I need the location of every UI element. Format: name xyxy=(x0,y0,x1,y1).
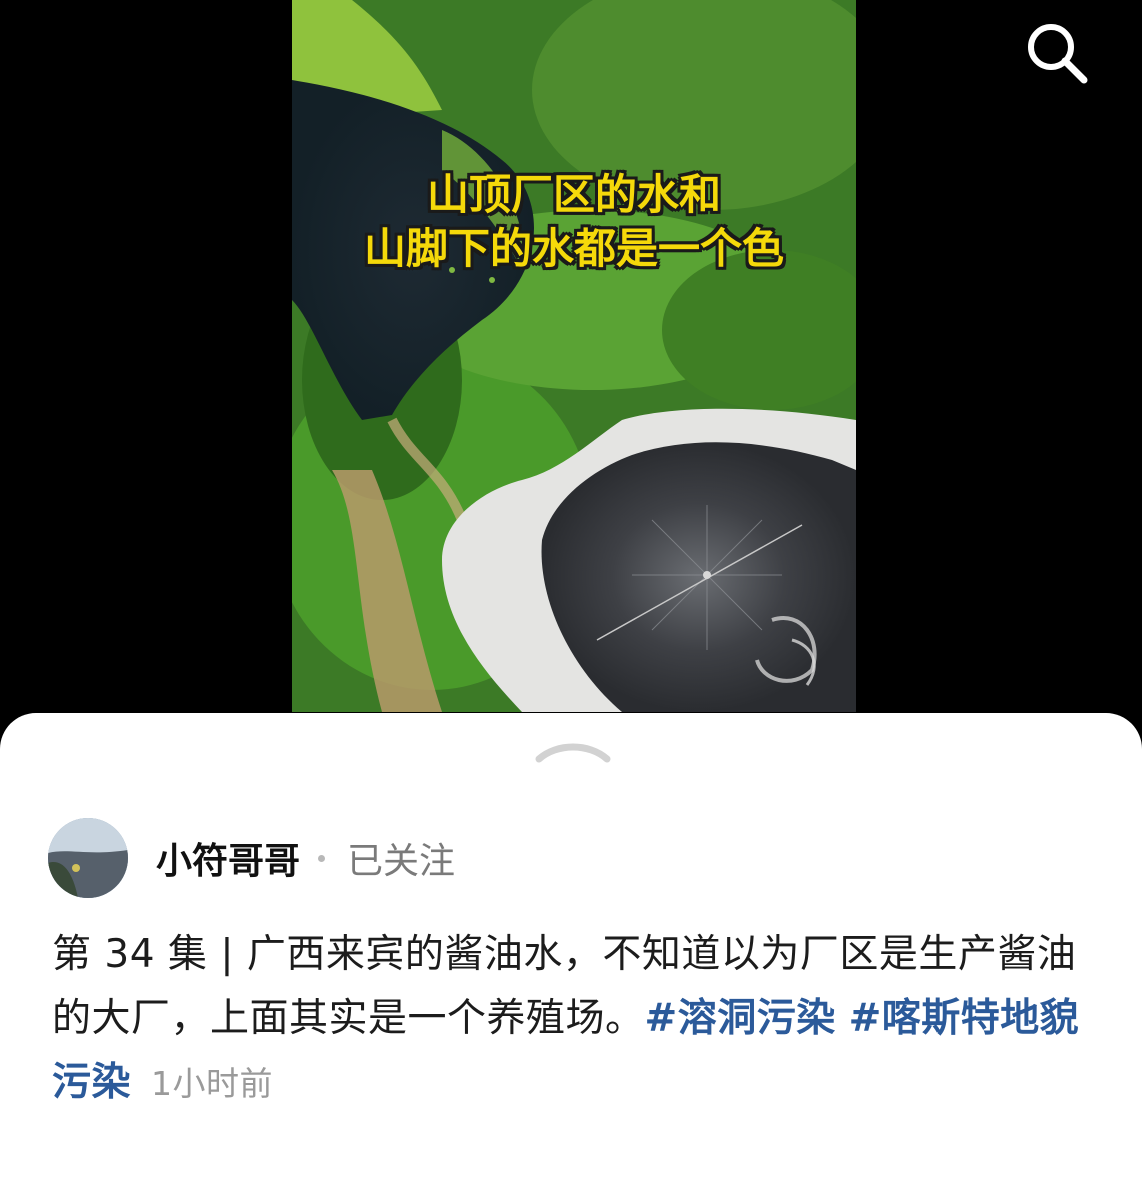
search-button[interactable] xyxy=(1018,14,1098,94)
follow-status-button[interactable]: 已关注 xyxy=(347,832,455,884)
search-icon xyxy=(1028,24,1088,84)
post-timestamp: 1小时前 xyxy=(151,1064,274,1103)
avatar-image xyxy=(48,818,128,898)
author-row: 小符哥哥 已关注 xyxy=(48,818,455,898)
hashtag-link[interactable]: #溶洞污染 xyxy=(645,996,836,1041)
expand-sheet-handle[interactable] xyxy=(533,737,613,767)
chevron-up-icon xyxy=(535,743,611,763)
caption-line-1: 山顶厂区的水和 xyxy=(426,170,721,219)
avatar[interactable] xyxy=(48,818,128,898)
video-frame[interactable]: 山顶厂区的水和 山脚下的水都是一个色 xyxy=(292,0,856,712)
author-name[interactable]: 小符哥哥 xyxy=(156,832,300,884)
separator-dot xyxy=(318,854,326,862)
post-description: 第 34 集 | 广西来宾的酱油水，不知道以为厂区是生产酱油的大厂，上面其实是一… xyxy=(52,923,1102,1116)
video-thumbnail-image xyxy=(292,0,856,712)
post-detail-sheet: 小符哥哥 已关注 第 34 集 | 广西来宾的酱油水，不知道以为厂区是生产酱油的… xyxy=(0,713,1142,1200)
video-player[interactable]: 山顶厂区的水和 山脚下的水都是一个色 xyxy=(0,0,1142,760)
caption-line-2: 山脚下的水都是一个色 xyxy=(363,224,784,273)
video-caption: 山顶厂区的水和 山脚下的水都是一个色 xyxy=(292,168,856,276)
